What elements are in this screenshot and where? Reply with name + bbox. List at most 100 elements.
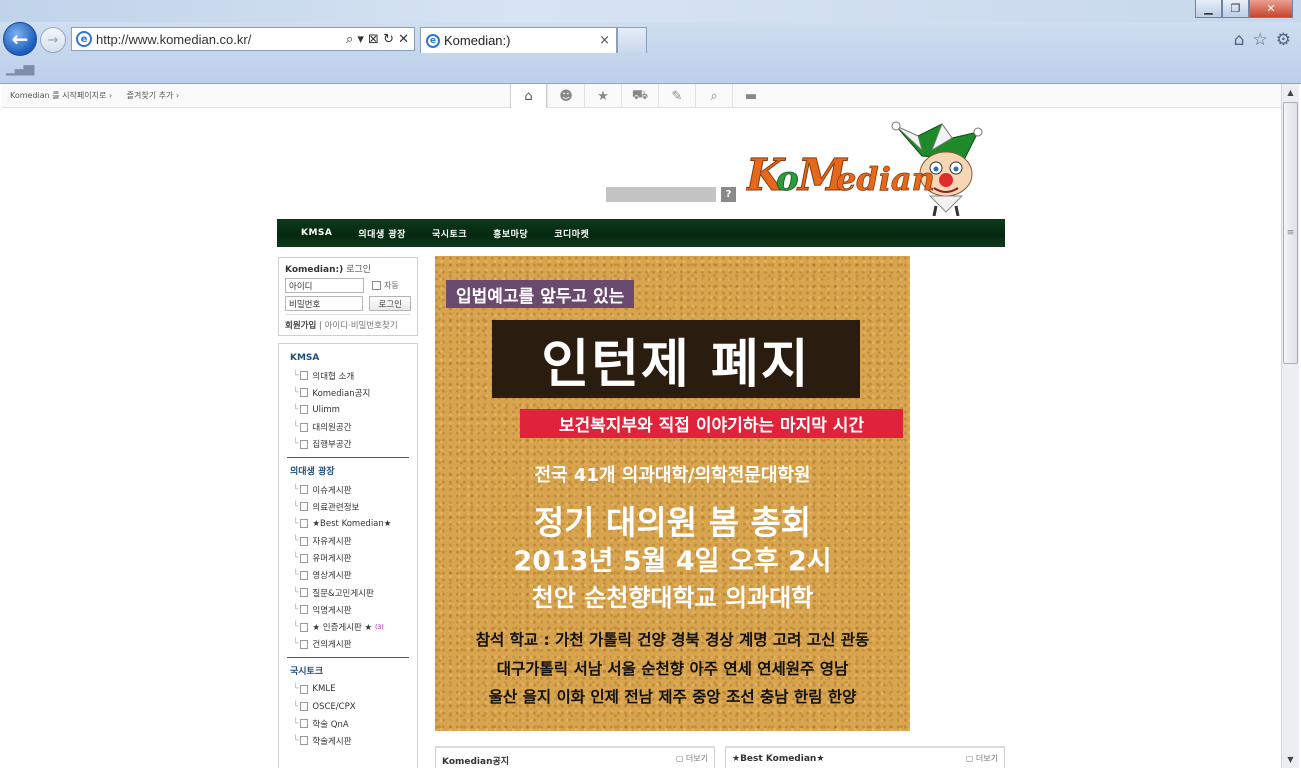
- board-title[interactable]: Komedian공지: [442, 754, 509, 767]
- minimize-button[interactable]: ▁: [1195, 0, 1222, 18]
- sidebar-item-kmle[interactable]: └ KMLE: [287, 681, 409, 698]
- home-icon[interactable]: ⌂: [1234, 30, 1245, 50]
- sidebar-item-ulimm[interactable]: └ Ulimm: [287, 401, 409, 418]
- tools-icon[interactable]: ✎: [658, 84, 695, 108]
- sidebar-item-intro[interactable]: └ 의대협 소개: [287, 367, 409, 384]
- poster-schools-3: 울산 을지 이화 인제 전남 제주 중앙 조선 충남 한림 한양: [488, 688, 857, 706]
- signal-bars-icon: ▁▃▅: [6, 60, 34, 76]
- sidebar-item-label: OSCE/CPX: [312, 701, 356, 712]
- site-icon-bar: ⌂ ☻ ★ ⛟ ✎ ⌕ ▬: [510, 84, 769, 108]
- best-board: ★Best Komedian★ ▢ 더보기: [725, 746, 1005, 768]
- maximize-button[interactable]: ❐: [1222, 0, 1249, 18]
- tree-branch-icon: └: [293, 404, 299, 415]
- sidebar-item-label: Ulimm: [312, 404, 340, 415]
- tree-branch-icon: └: [293, 536, 299, 547]
- login-button[interactable]: 로그인: [369, 296, 411, 311]
- sidebar-item-best[interactable]: └ ★Best Komedian★: [287, 515, 409, 532]
- tree-branch-icon: └: [293, 484, 299, 495]
- menu-section-title[interactable]: KMSA: [290, 353, 409, 363]
- login-box: Komedian:) 로그인 아이디 자동 비밀번호 로그인 회원가입 | 아이…: [278, 257, 418, 336]
- auto-login-checkbox[interactable]: [372, 281, 381, 290]
- sidebar-item-medical-info[interactable]: └ 의료관련정보: [287, 498, 409, 515]
- nav-exam-talk[interactable]: 국시토크: [432, 227, 467, 240]
- menu-section-title[interactable]: 국시토크: [290, 664, 409, 677]
- password-input[interactable]: 비밀번호: [285, 296, 364, 311]
- sidebar-item-issues[interactable]: └ 이슈게시판: [287, 481, 409, 498]
- sidebar-item-osce[interactable]: └ OSCE/CPX: [287, 698, 409, 715]
- search-icon[interactable]: ⌕: [695, 84, 732, 108]
- forward-button[interactable]: →: [40, 27, 66, 53]
- web-page: Komedian 를 시작페이지로 › 즐겨찾기 추가 › ⌂ ☻ ★ ⛟ ✎ …: [2, 84, 1281, 768]
- komedian-logo[interactable]: K o M edian: [746, 120, 998, 216]
- close-window-button[interactable]: ✕: [1249, 0, 1293, 18]
- back-button[interactable]: ←: [3, 22, 37, 56]
- sidebar-item-delegates[interactable]: └ 대의원공간: [287, 419, 409, 436]
- tree-branch-icon: └: [293, 622, 299, 633]
- browser-right-icons: ⌂ ☆ ⚙: [1234, 30, 1291, 50]
- top-links: Komedian 를 시작페이지로 › 즐겨찾기 추가 ›: [10, 90, 191, 101]
- tree-branch-icon: └: [293, 587, 299, 598]
- sidebar-item-label: ★Best Komedian★: [312, 518, 392, 529]
- sidebar-item-label: 학술 QnA: [312, 719, 349, 730]
- star-icon[interactable]: ★: [584, 84, 621, 108]
- nav-kmsa[interactable]: KMSA: [301, 228, 332, 238]
- board-more-link[interactable]: ▢ 더보기: [966, 753, 998, 764]
- user-id-input[interactable]: 아이디: [285, 278, 364, 293]
- sidebar-item-verify[interactable]: └ ★ 인증게시판 ★ (3): [287, 618, 409, 635]
- sidebar-item-free[interactable]: └ 자유게시판: [287, 533, 409, 550]
- sidebar-item-anonymous[interactable]: └ 익명게시판: [287, 601, 409, 618]
- people-icon[interactable]: ☻: [547, 84, 584, 108]
- address-controls[interactable]: ⌕ ▾ ⊠ ↻ ✕: [346, 32, 409, 47]
- document-icon: [300, 553, 309, 563]
- nav-market[interactable]: 코디마켓: [554, 227, 589, 240]
- scroll-down-arrow-icon[interactable]: ▼: [1282, 751, 1299, 768]
- poster-schools-1: 참석 학교 : 가천 가톨릭 건양 경북 경상 계명 고려 고신 관동: [475, 631, 870, 649]
- event-poster[interactable]: 입법예고를 앞두고 있는 인턴제 폐지 보건복지부와 직접 이야기하는 마지막 …: [435, 256, 910, 731]
- sidebar-item-notice[interactable]: └ Komedian공지: [287, 384, 409, 401]
- tab-close-icon[interactable]: ×: [599, 33, 610, 48]
- car-icon[interactable]: ▬: [732, 84, 769, 108]
- tree-branch-icon: └: [293, 518, 299, 529]
- site-search-input[interactable]: [606, 187, 716, 202]
- sidebar-item-qna[interactable]: └ 질문&고민게시판: [287, 584, 409, 601]
- document-icon: [300, 719, 309, 729]
- site-search-button[interactable]: ?: [721, 187, 736, 202]
- document-icon: [300, 702, 309, 712]
- url-text[interactable]: http://www.komedian.co.kr/: [96, 32, 346, 47]
- scroll-thumb[interactable]: ≡: [1283, 102, 1298, 364]
- tree-branch-icon: └: [293, 718, 299, 729]
- sidebar-item-academic-board[interactable]: └ 학술게시판: [287, 732, 409, 749]
- tab-komedian[interactable]: e Komedian:) ×: [420, 27, 617, 53]
- document-icon: [300, 371, 309, 381]
- add-favorite-link[interactable]: 즐겨찾기 추가 ›: [127, 91, 179, 100]
- login-brand: Komedian:): [285, 265, 344, 275]
- sidebar-item-executive[interactable]: └ 집행부공간: [287, 436, 409, 453]
- sidebar-item-suggestions[interactable]: └ 건의게시판: [287, 636, 409, 653]
- find-account-link[interactable]: 아이디·비밀번호찾기: [325, 321, 398, 331]
- sidebar-item-video[interactable]: └ 영상게시판: [287, 567, 409, 584]
- new-tab-button[interactable]: [617, 27, 647, 53]
- home-icon[interactable]: ⌂: [510, 84, 547, 108]
- gear-icon[interactable]: ⚙: [1276, 30, 1291, 50]
- favorites-star-icon[interactable]: ☆: [1253, 30, 1268, 50]
- document-icon: [300, 684, 309, 694]
- board-more-link[interactable]: ▢ 더보기: [676, 753, 708, 764]
- sidebar-item-humor[interactable]: └ 유머게시판: [287, 550, 409, 567]
- sidebar-item-label: 의료관련정보: [312, 502, 360, 513]
- board-title[interactable]: ★Best Komedian★: [732, 754, 824, 764]
- nav-promotion[interactable]: 홍보마당: [493, 227, 528, 240]
- nav-student-square[interactable]: 의대생 광장: [358, 227, 406, 240]
- join-link[interactable]: 회원가입: [285, 321, 316, 331]
- scroll-up-arrow-icon[interactable]: ▲: [1282, 84, 1299, 101]
- sidebar-menu: KMSA └ 의대협 소개 └ Komedian공지 └ Ulimm └ 대의원공간 └…: [278, 343, 418, 768]
- vertical-scrollbar[interactable]: ▲ ≡ ▼: [1281, 84, 1299, 768]
- poster-tag: 입법예고를 앞두고 있는: [446, 280, 635, 308]
- cart-icon[interactable]: ⛟: [621, 84, 658, 108]
- menu-section-title[interactable]: 의대생 광장: [290, 464, 409, 477]
- sidebar-item-label: 학술게시판: [312, 736, 352, 747]
- address-bar[interactable]: e http://www.komedian.co.kr/ ⌕ ▾ ⊠ ↻ ✕: [71, 27, 415, 51]
- sidebar-item-academic-qna[interactable]: └ 학술 QnA: [287, 715, 409, 732]
- main-navigation: KMSA 의대생 광장 국시토크 홍보마당 코디마켓: [277, 219, 1005, 247]
- set-homepage-link[interactable]: Komedian 를 시작페이지로 ›: [10, 91, 112, 100]
- svg-text:o: o: [776, 159, 799, 199]
